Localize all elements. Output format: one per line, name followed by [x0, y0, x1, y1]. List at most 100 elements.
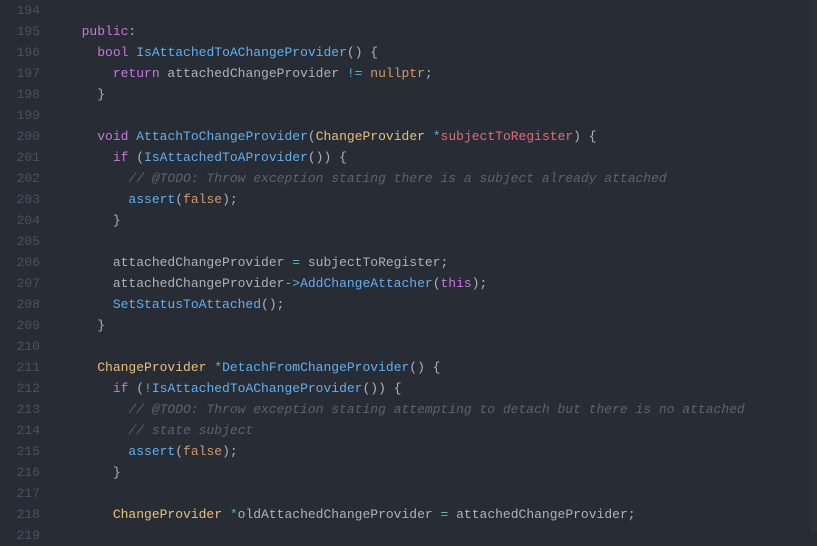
code-line[interactable]: SetStatusToAttached(); — [66, 294, 745, 315]
token: nullptr — [370, 66, 425, 81]
line-number: 216 — [8, 462, 40, 483]
token: attachedChangeProvider — [113, 276, 285, 291]
token — [222, 507, 230, 522]
line-number: 217 — [8, 483, 40, 504]
code-line[interactable] — [66, 336, 745, 357]
token: ()) { — [362, 381, 401, 396]
code-line[interactable]: void AttachToChangeProvider(ChangeProvid… — [66, 126, 745, 147]
code-line[interactable]: if (IsAttachedToAProvider()) { — [66, 147, 745, 168]
token: // @TODO: Throw exception stating there … — [128, 171, 666, 186]
token: * — [230, 507, 238, 522]
token: ( — [128, 150, 144, 165]
code-line[interactable]: } — [66, 462, 745, 483]
token: ChangeProvider — [97, 360, 206, 375]
line-number: 219 — [8, 525, 40, 546]
code-line[interactable] — [66, 105, 745, 126]
line-number: 204 — [8, 210, 40, 231]
line-number: 196 — [8, 42, 40, 63]
token: ( — [175, 444, 183, 459]
line-number: 203 — [8, 189, 40, 210]
code-line[interactable]: return attachedChangeProvider != nullptr… — [66, 63, 745, 84]
token: ( — [175, 192, 183, 207]
code-line[interactable] — [66, 0, 745, 21]
code-line[interactable]: // @TODO: Throw exception stating there … — [66, 168, 745, 189]
token: assert — [128, 192, 175, 207]
line-number-gutter: 1941951961971981992002012022032042052062… — [0, 0, 52, 532]
token: if — [113, 150, 129, 165]
line-number: 202 — [8, 168, 40, 189]
line-number: 210 — [8, 336, 40, 357]
code-line[interactable]: assert(false); — [66, 189, 745, 210]
token: * — [433, 129, 441, 144]
code-line[interactable] — [66, 525, 745, 546]
line-number: 211 — [8, 357, 40, 378]
token: ChangeProvider — [113, 507, 222, 522]
token: assert — [128, 444, 175, 459]
code-area[interactable]: public: bool IsAttachedToAChangeProvider… — [52, 0, 745, 532]
line-number: 200 — [8, 126, 40, 147]
token: if — [113, 381, 129, 396]
code-line[interactable]: } — [66, 84, 745, 105]
token: () { — [347, 45, 378, 60]
line-number: 215 — [8, 441, 40, 462]
code-line[interactable]: assert(false); — [66, 441, 745, 462]
code-line[interactable]: if (!IsAttachedToAChangeProvider()) { — [66, 378, 745, 399]
token: : — [128, 24, 136, 39]
token: = — [292, 255, 300, 270]
token: attachedChangeProvider — [113, 255, 292, 270]
token: ) { — [573, 129, 596, 144]
token: } — [113, 465, 121, 480]
code-line[interactable]: } — [66, 210, 745, 231]
code-line[interactable]: // @TODO: Throw exception stating attemp… — [66, 399, 745, 420]
token: IsAttachedToAChangeProvider — [136, 45, 347, 60]
scrollbar[interactable] — [811, 0, 817, 532]
token: attachedChangeProvider; — [448, 507, 635, 522]
code-line[interactable] — [66, 483, 745, 504]
code-line[interactable]: ChangeProvider *oldAttachedChangeProvide… — [66, 504, 745, 525]
token: DetachFromChangeProvider — [222, 360, 409, 375]
token: } — [113, 213, 121, 228]
token: ); — [472, 276, 488, 291]
line-number: 194 — [8, 0, 40, 21]
code-line[interactable]: } — [66, 315, 745, 336]
code-line[interactable]: attachedChangeProvider->AddChangeAttache… — [66, 273, 745, 294]
token: } — [97, 87, 105, 102]
token: } — [97, 318, 105, 333]
token: subjectToRegister; — [300, 255, 448, 270]
line-number: 209 — [8, 315, 40, 336]
token: ! — [144, 381, 152, 396]
line-number: 218 — [8, 504, 40, 525]
token: -> — [284, 276, 300, 291]
token: this — [441, 276, 472, 291]
line-number: 201 — [8, 147, 40, 168]
code-line[interactable]: // state subject — [66, 420, 745, 441]
token: bool — [97, 45, 128, 60]
code-line[interactable]: bool IsAttachedToAChangeProvider() { — [66, 42, 745, 63]
code-line[interactable]: ChangeProvider *DetachFromChangeProvider… — [66, 357, 745, 378]
code-line[interactable] — [66, 231, 745, 252]
token: false — [183, 192, 222, 207]
code-line[interactable]: attachedChangeProvider = subjectToRegist… — [66, 252, 745, 273]
token: AttachToChangeProvider — [136, 129, 308, 144]
line-number: 197 — [8, 63, 40, 84]
line-number: 195 — [8, 21, 40, 42]
token: // state subject — [128, 423, 253, 438]
token: AddChangeAttacher — [300, 276, 433, 291]
token: false — [183, 444, 222, 459]
token: ); — [222, 192, 238, 207]
token: ( — [433, 276, 441, 291]
token: IsAttachedToAChangeProvider — [152, 381, 363, 396]
code-editor[interactable]: 1941951961971981992002012022032042052062… — [0, 0, 817, 532]
token: return — [113, 66, 160, 81]
token: * — [214, 360, 222, 375]
token: // @TODO: Throw exception stating attemp… — [128, 402, 744, 417]
line-number: 208 — [8, 294, 40, 315]
token: ( — [128, 381, 144, 396]
token — [425, 129, 433, 144]
code-line[interactable]: public: — [66, 21, 745, 42]
token: != — [347, 66, 363, 81]
token: subjectToRegister — [441, 129, 574, 144]
token: ChangeProvider — [316, 129, 425, 144]
line-number: 213 — [8, 399, 40, 420]
line-number: 199 — [8, 105, 40, 126]
